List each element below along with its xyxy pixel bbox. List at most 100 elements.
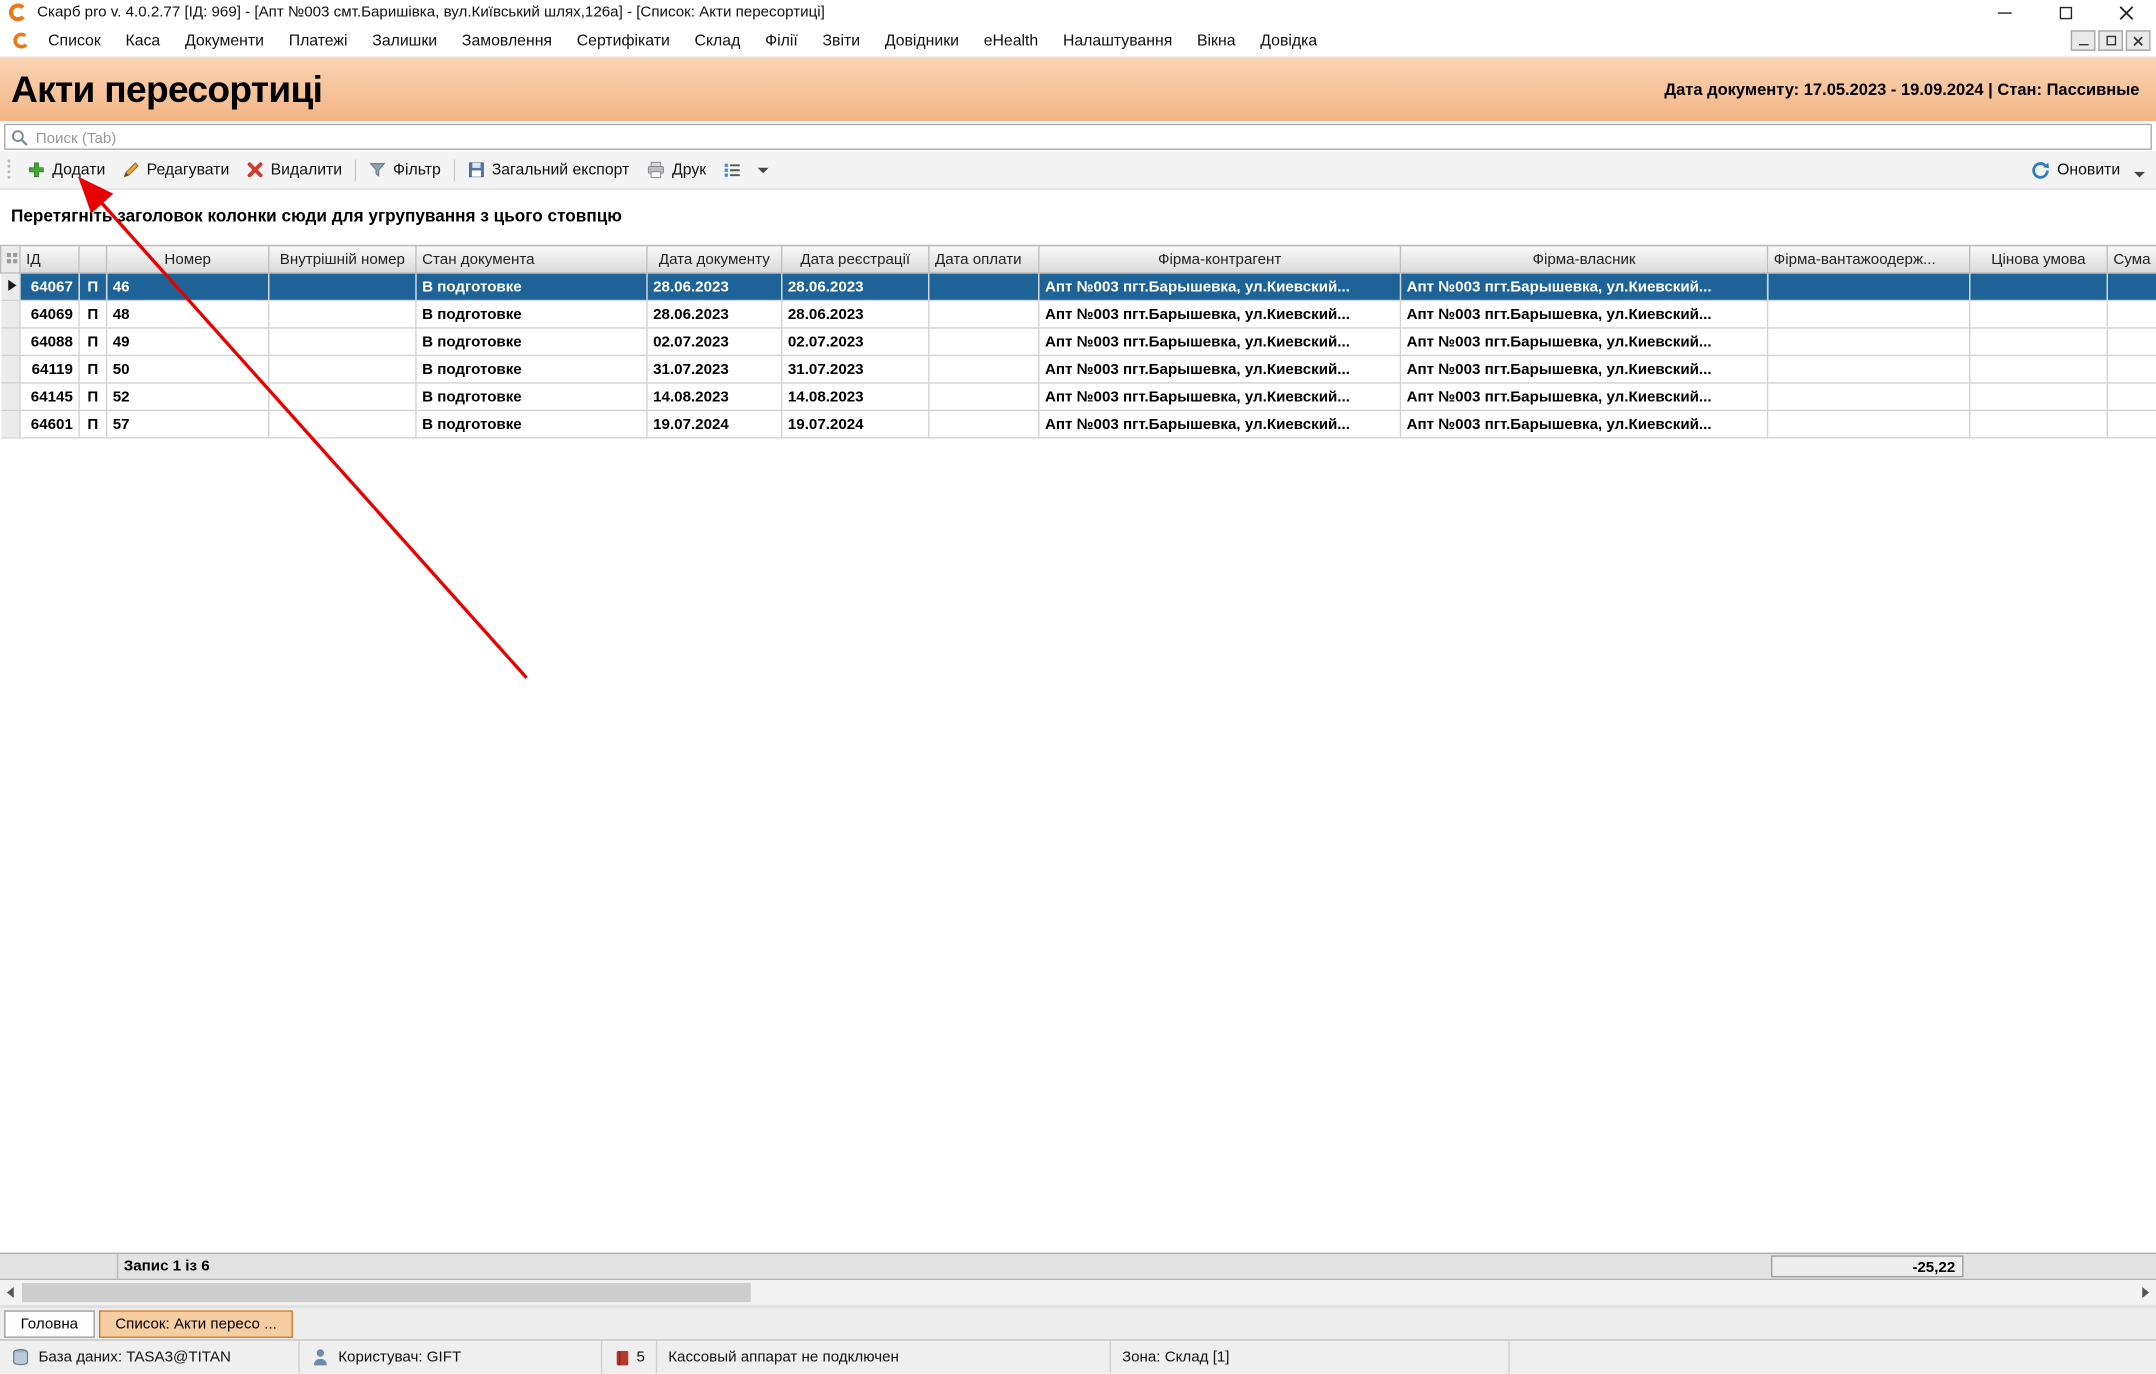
cell-inner-number[interactable]: [269, 300, 416, 328]
cell-price-condition[interactable]: [1970, 328, 2108, 356]
table-row[interactable]: 64067 П 46 В подготовке 28.06.2023 28.06…: [1, 273, 2156, 301]
search-input[interactable]: [6, 127, 2151, 150]
cell-price-condition[interactable]: [1970, 273, 2108, 301]
tab-list-acts[interactable]: Список: Акти пересо ...: [99, 1310, 294, 1338]
menu-item-platezhi[interactable]: Платежі: [276, 27, 360, 55]
cell-inner-number[interactable]: [269, 328, 416, 356]
menu-item-dovidka[interactable]: Довідка: [1248, 27, 1330, 55]
delete-button[interactable]: Видалити: [238, 157, 351, 183]
cell-receiver[interactable]: [1768, 328, 1970, 356]
cell-receiver[interactable]: [1768, 273, 1970, 301]
cell-state[interactable]: В подготовке: [416, 383, 647, 411]
cell-owner[interactable]: Апт №003 пгт.Барышевка, ул.Киевский...: [1400, 383, 1767, 411]
cell-receiver[interactable]: [1768, 383, 1970, 411]
cell-pay-date[interactable]: [929, 383, 1039, 411]
cell-sum[interactable]: [2107, 300, 2156, 328]
tab-home[interactable]: Головна: [4, 1310, 94, 1338]
header-pay-date[interactable]: Дата оплати: [929, 245, 1039, 273]
header-reg-date[interactable]: Дата реєстрації: [782, 245, 929, 273]
refresh-button[interactable]: Оновити: [2023, 156, 2129, 184]
menu-item-kasa[interactable]: Каса: [113, 27, 172, 55]
mdi-close-button[interactable]: [2126, 30, 2151, 51]
scrollbar-thumb[interactable]: [22, 1283, 751, 1302]
menu-item-sertyfikaty[interactable]: Сертифікати: [564, 27, 682, 55]
cell-sum[interactable]: [2107, 328, 2156, 356]
menu-item-dokumenty[interactable]: Документи: [173, 27, 277, 55]
cell-pay-date[interactable]: [929, 410, 1039, 438]
menu-item-zamovlennia[interactable]: Замовлення: [450, 27, 565, 55]
cell-doc-date[interactable]: 28.06.2023: [647, 300, 782, 328]
cell-inner-number[interactable]: [269, 383, 416, 411]
refresh-dropdown-button[interactable]: [2134, 163, 2148, 177]
cell-reg-date[interactable]: 28.06.2023: [782, 300, 929, 328]
cell-number[interactable]: 57: [107, 410, 269, 438]
maximize-button[interactable]: [2035, 0, 2096, 25]
cell-state[interactable]: В подготовке: [416, 355, 647, 383]
header-sum[interactable]: Сума: [2107, 245, 2156, 273]
cell-state[interactable]: В подготовке: [416, 410, 647, 438]
cell-receiver[interactable]: [1768, 410, 1970, 438]
cell-contragent[interactable]: Апт №003 пгт.Барышевка, ул.Киевский...: [1039, 328, 1401, 356]
cell-pay-date[interactable]: [929, 328, 1039, 356]
cell-number[interactable]: 48: [107, 300, 269, 328]
cell-passive-flag[interactable]: П: [79, 300, 107, 328]
header-contragent[interactable]: Фірма-контрагент: [1039, 245, 1401, 273]
cell-contragent[interactable]: Апт №003 пгт.Барышевка, ул.Киевский...: [1039, 300, 1401, 328]
header-receiver[interactable]: Фірма-вантажоодерж...: [1768, 245, 1970, 273]
cell-number[interactable]: 49: [107, 328, 269, 356]
cell-receiver[interactable]: [1768, 300, 1970, 328]
add-button[interactable]: Додати: [19, 157, 113, 183]
export-button[interactable]: Загальний експорт: [459, 157, 638, 183]
filter-button[interactable]: Фільтр: [360, 157, 449, 183]
menu-item-filii[interactable]: Філії: [753, 27, 810, 55]
cell-owner[interactable]: Апт №003 пгт.Барышевка, ул.Киевский...: [1400, 273, 1767, 301]
print-button[interactable]: Друк: [638, 157, 715, 183]
menu-item-vikna[interactable]: Вікна: [1185, 27, 1248, 55]
cell-state[interactable]: В подготовке: [416, 300, 647, 328]
cell-contragent[interactable]: Апт №003 пгт.Барышевка, ул.Киевский...: [1039, 273, 1401, 301]
cell-owner[interactable]: Апт №003 пгт.Барышевка, ул.Киевский...: [1400, 328, 1767, 356]
cell-contragent[interactable]: Апт №003 пгт.Барышевка, ул.Киевский...: [1039, 410, 1401, 438]
cell-id[interactable]: 64069: [20, 300, 79, 328]
cell-doc-date[interactable]: 19.07.2024: [647, 410, 782, 438]
scroll-right-arrow-icon[interactable]: [2142, 1287, 2149, 1298]
edit-button[interactable]: Редагувати: [114, 157, 238, 183]
menu-item-zalyshky[interactable]: Залишки: [360, 27, 450, 55]
table-row[interactable]: 64069 П 48 В подготовке 28.06.2023 28.06…: [1, 300, 2156, 328]
cell-contragent[interactable]: Апт №003 пгт.Барышевка, ул.Киевский...: [1039, 383, 1401, 411]
cell-id[interactable]: 64067: [20, 273, 79, 301]
header-owner[interactable]: Фірма-власник: [1400, 245, 1767, 273]
cell-reg-date[interactable]: 02.07.2023: [782, 328, 929, 356]
menu-item-spysok[interactable]: Список: [36, 27, 113, 55]
cell-id[interactable]: 64119: [20, 355, 79, 383]
cell-passive-flag[interactable]: П: [79, 355, 107, 383]
cell-reg-date[interactable]: 28.06.2023: [782, 273, 929, 301]
close-button[interactable]: [2096, 0, 2156, 25]
cell-id[interactable]: 64088: [20, 328, 79, 356]
cell-reg-date[interactable]: 19.07.2024: [782, 410, 929, 438]
cell-inner-number[interactable]: [269, 355, 416, 383]
cell-sum[interactable]: [2107, 383, 2156, 411]
cell-contragent[interactable]: Апт №003 пгт.Барышевка, ул.Киевский...: [1039, 355, 1401, 383]
cell-doc-date[interactable]: 31.07.2023: [647, 355, 782, 383]
header-id[interactable]: ІД: [20, 245, 79, 273]
header-state[interactable]: Стан документа: [416, 245, 647, 273]
table-row[interactable]: 64601 П 57 В подготовке 19.07.2024 19.07…: [1, 410, 2156, 438]
cell-price-condition[interactable]: [1970, 300, 2108, 328]
cell-sum[interactable]: [2107, 410, 2156, 438]
cell-passive-flag[interactable]: П: [79, 383, 107, 411]
cell-inner-number[interactable]: [269, 410, 416, 438]
cell-pay-date[interactable]: [929, 300, 1039, 328]
cell-doc-date[interactable]: 02.07.2023: [647, 328, 782, 356]
cell-id[interactable]: 64601: [20, 410, 79, 438]
cell-number[interactable]: 52: [107, 383, 269, 411]
cell-receiver[interactable]: [1768, 355, 1970, 383]
cell-price-condition[interactable]: [1970, 410, 2108, 438]
cell-pay-date[interactable]: [929, 355, 1039, 383]
toolbar-dropdown-button[interactable]: [749, 163, 777, 177]
menu-item-zvity[interactable]: Звіти: [810, 27, 872, 55]
cell-passive-flag[interactable]: П: [79, 410, 107, 438]
cell-doc-date[interactable]: 14.08.2023: [647, 383, 782, 411]
horizontal-scrollbar[interactable]: [0, 1280, 2156, 1306]
header-price-condition[interactable]: Цінова умова: [1970, 245, 2108, 273]
